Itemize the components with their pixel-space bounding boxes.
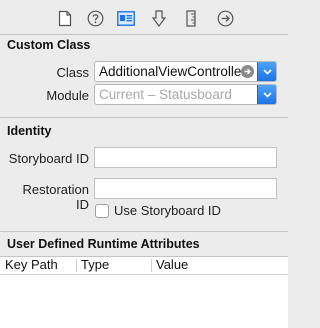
class-value[interactable]: AdditionalViewController (99, 64, 246, 79)
storyboard-id-label: Storyboard ID (8, 151, 89, 166)
chevron-down-icon (262, 91, 272, 98)
chevron-down-icon (262, 68, 272, 75)
column-header-key-path[interactable]: Key Path (0, 257, 76, 274)
module-dropdown-button[interactable] (257, 85, 276, 104)
help-icon[interactable] (86, 9, 104, 27)
class-dropdown-button[interactable] (257, 62, 276, 81)
section-divider (0, 231, 288, 232)
runtime-attributes-table[interactable]: Key Path Type Value (0, 256, 288, 328)
storyboard-id-field[interactable] (94, 147, 277, 168)
runtime-attributes-title: User Defined Runtime Attributes (7, 237, 200, 251)
use-storyboard-id-checkbox[interactable] (95, 204, 109, 218)
identity-icon[interactable] (117, 9, 135, 27)
module-value[interactable]: Current – Statusboard (99, 87, 232, 102)
restoration-id-label: Restoration ID (22, 182, 89, 212)
class-label: Class (56, 65, 89, 80)
inspector-toolbar (0, 0, 288, 35)
connections-icon[interactable] (216, 9, 234, 27)
module-combobox[interactable]: Current – Statusboard (94, 84, 277, 105)
size-icon[interactable] (182, 9, 200, 27)
restoration-id-field[interactable] (94, 178, 277, 199)
file-icon[interactable] (56, 9, 74, 27)
custom-class-title: Custom Class (7, 38, 91, 52)
use-storyboard-id-label[interactable]: Use Storyboard ID (114, 203, 221, 218)
header-divider (0, 274, 288, 275)
section-divider (0, 117, 288, 118)
column-header-value[interactable]: Value (151, 257, 288, 274)
go-to-class-icon[interactable] (241, 65, 254, 78)
identity-title: Identity (7, 124, 52, 138)
column-header-type[interactable]: Type (76, 257, 152, 274)
class-combobox[interactable]: AdditionalViewController (94, 61, 277, 82)
attributes-icon[interactable] (150, 9, 168, 27)
toolbar-divider (0, 34, 288, 35)
module-label: Module (46, 88, 89, 103)
